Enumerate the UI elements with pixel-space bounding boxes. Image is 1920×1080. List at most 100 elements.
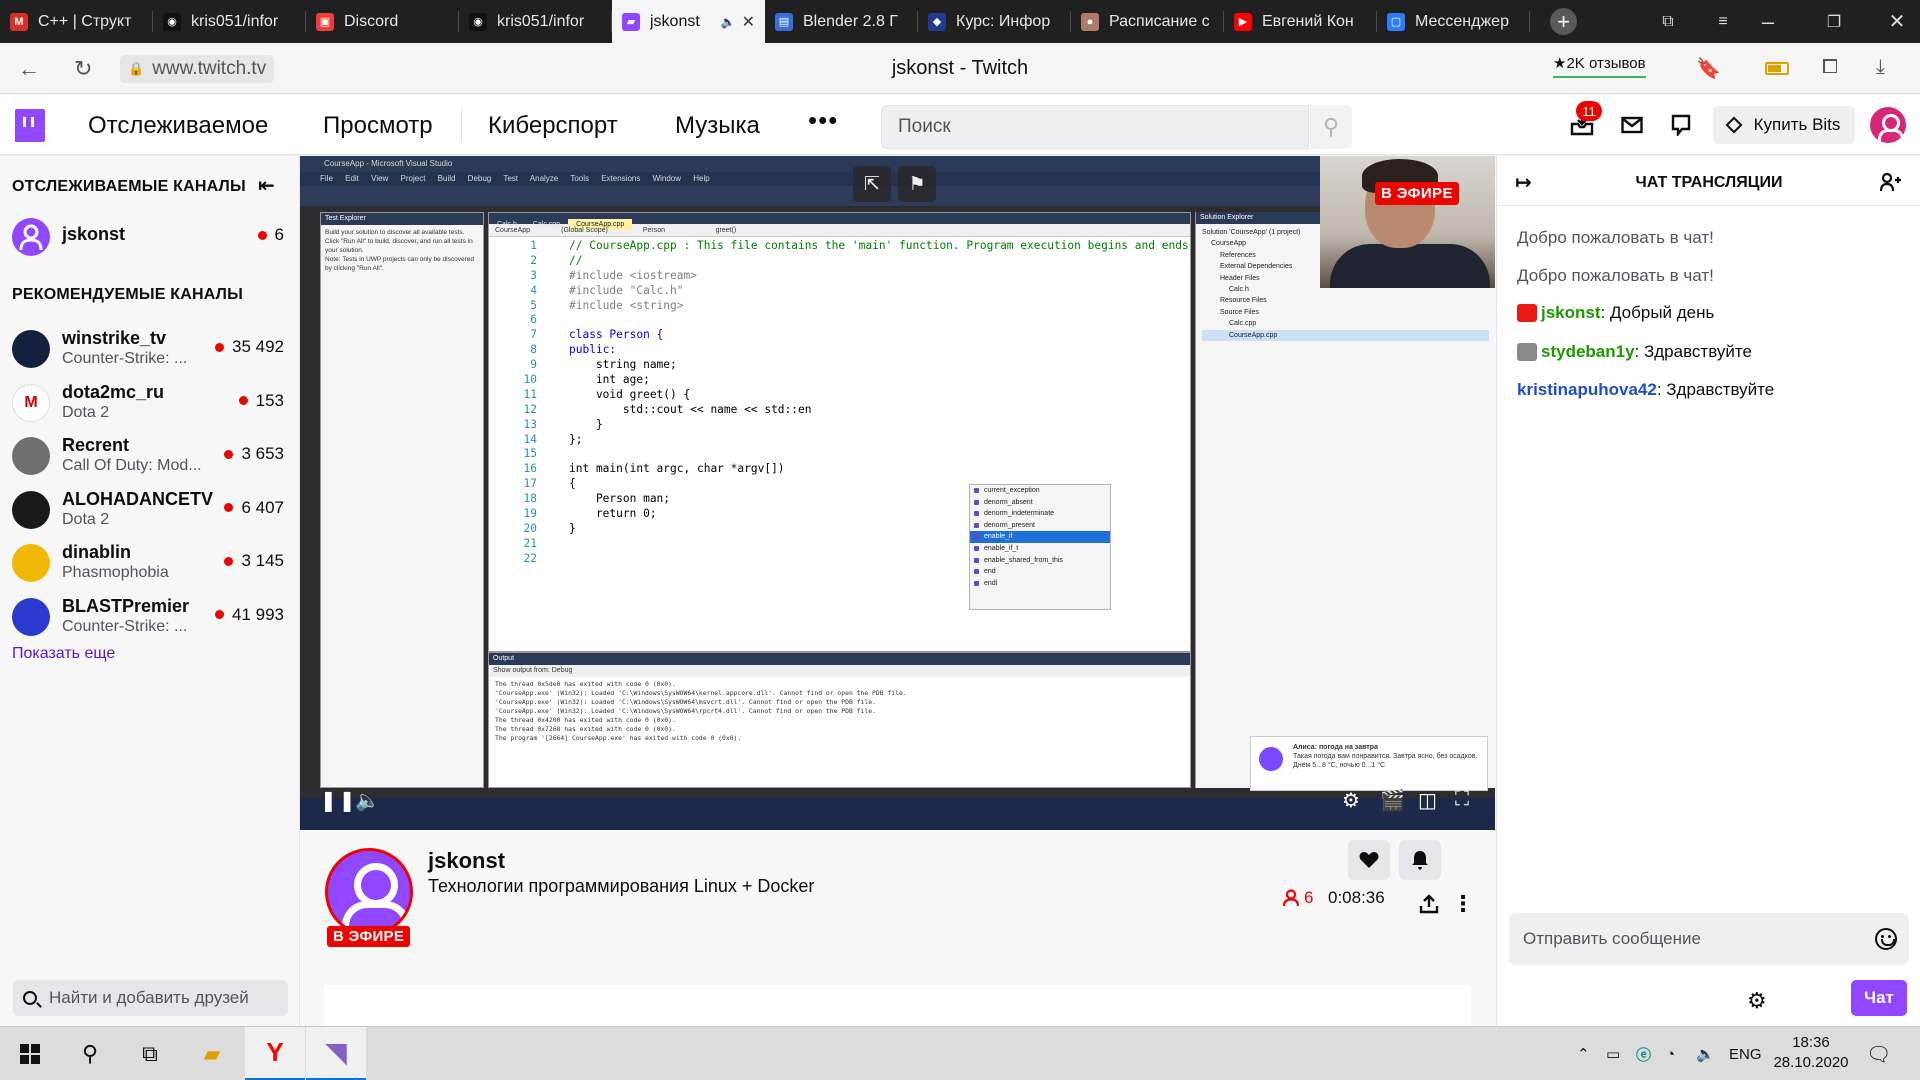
more-options-icon[interactable]: ⋮ [1442,884,1484,924]
tab-close-icon[interactable]: ✕ [742,12,755,32]
more-icon[interactable]: ••• [808,105,838,136]
tray-wifi-icon[interactable]: ◔ [1666,1027,1675,1080]
channel-row[interactable]: BLASTPremier Counter-Strike: ... 41 993 [12,592,290,642]
tab-audio-icon[interactable]: 🔈 [721,15,736,29]
code-line: 7 class Person { [489,328,1189,343]
task-view-icon[interactable]: ⧉ [120,1027,180,1080]
live-indicator-icon [224,449,234,459]
browser-tab[interactable]: ▣ Discord [306,0,459,43]
browser-tab[interactable]: ◆ Курс: Инфор [918,0,1071,43]
channel-row[interactable]: ALOHADANCETV Dota 2 6 407 [12,485,290,535]
nav-music[interactable]: Музыка [675,112,760,140]
code-text: #include <iostream> [569,268,697,282]
chat-message: Добро пожаловать в чат! [1517,266,1714,286]
channel-row[interactable]: winstrike_tv Counter-Strike: ... 35 492 [12,324,290,374]
video-player[interactable]: CourseApp - Microsoft Visual Studio File… [300,156,1495,830]
search-icon[interactable]: ⚲ [1310,105,1352,149]
close-window-button[interactable]: ✕ [1874,0,1920,43]
nav-following[interactable]: Отслеживаемое [88,112,268,140]
chat-settings-icon[interactable]: ⚙ [1747,988,1767,1014]
emote-picker-icon[interactable] [1875,928,1897,950]
fullscreen-icon[interactable]: ⛶ [1455,788,1469,811]
restore-button[interactable]: ❐ [1811,0,1857,43]
buy-bits-label: Купить Bits [1753,115,1841,134]
whispers-icon[interactable] [1668,112,1694,138]
reviews-badge[interactable]: ★2K отзывов [1553,54,1646,78]
search-icon [23,991,37,1005]
channel-row[interactable]: jskonst 6 [12,212,290,262]
volume-icon[interactable]: 🔈 [355,788,380,813]
buy-bits-button[interactable]: Купить Bits [1713,106,1855,144]
tray-clock[interactable]: 18:36 28.10.2020 [1770,1033,1852,1073]
battery-icon[interactable] [1765,62,1789,75]
visual-studio-icon[interactable]: ◥ [306,1027,366,1080]
tray-language[interactable]: ENG [1729,1027,1762,1080]
yandex-browser-icon[interactable]: Y [245,1027,305,1080]
browser-tab[interactable]: ▢ Мессенджер [1377,0,1530,43]
search-input[interactable]: Поиск [881,105,1309,149]
tray-edge-icon[interactable]: ⓔ [1636,1027,1651,1080]
browser-tab[interactable]: M C++ | Структ [0,0,153,43]
theatre-mode-icon[interactable]: ◫ [1418,788,1437,813]
back-icon[interactable]: ← [18,56,40,82]
nav-browse[interactable]: Просмотр [323,112,433,140]
notifications-bell-button[interactable] [1399,840,1441,880]
minimize-button[interactable]: – [1745,0,1791,43]
chat-username[interactable]: stydeban1y [1541,342,1635,362]
follow-heart-button[interactable] [1348,840,1390,880]
bookmark-icon[interactable]: 🔖 [1696,56,1721,81]
chat-send-button[interactable]: Чат [1851,980,1907,1016]
browser-tab[interactable]: ▶ Евгений Кон [1224,0,1377,43]
menu-icon[interactable]: ≡ [1700,0,1746,43]
url-field[interactable]: 🔒 www.twitch.tv [120,55,275,83]
extensions-icon[interactable]: ⧠ [1822,56,1838,79]
left-sidebar: ОТСЛЕЖИВАЕМЫЕ КАНАЛЫ ⇤ jskonst 6 РЕКОМЕНД… [0,156,300,1026]
browser-tab[interactable]: ▰ jskonst 🔈 ✕ [612,0,765,43]
tab-collections-icon[interactable]: ⧉ [1645,0,1691,43]
start-button[interactable] [0,1027,60,1080]
clip-bookmark-icon[interactable]: ⚑ [898,166,936,202]
channel-row[interactable]: dinablin Phasmophobia 3 145 [12,538,290,588]
browser-tab[interactable]: ◉ kris051/infor [153,0,306,43]
chat-username[interactable]: kristinapuhova42 [1517,380,1657,400]
clip-icon[interactable]: 🎬 [1380,788,1405,813]
nav-esports[interactable]: Киберспорт [488,112,618,140]
tray-battery-icon[interactable]: ▭ [1606,1027,1620,1080]
reload-icon[interactable]: ↻ [74,56,92,82]
channel-avatar[interactable] [325,848,413,936]
channel-name[interactable]: jskonst [428,848,505,874]
settings-icon[interactable]: ⚙ [1342,788,1360,813]
friends-search-input[interactable]: Найти и добавить друзей [13,980,288,1016]
tray-chevron-icon[interactable]: ⌃ [1577,1027,1590,1080]
channel-row[interactable]: Mdota2mc_ru Dota 2 153 [12,378,290,428]
file-explorer-icon[interactable]: ▰ [182,1027,242,1080]
mail-icon[interactable] [1619,112,1645,138]
url-text: www.twitch.tv [152,58,267,79]
chat-username[interactable]: jskonst [1541,303,1601,323]
download-icon[interactable]: ⤓ [1876,56,1885,79]
user-avatar[interactable] [1870,107,1906,143]
tray-volume-icon[interactable]: 🔈 [1696,1027,1715,1080]
collapse-sidebar-icon[interactable]: ⇤ [258,173,275,198]
intellisense-item: enable_shared_from_this [970,555,1110,567]
code-line: 10 int age; [489,373,1189,388]
channel-row[interactable]: Recrent Call Of Duty: Mod... 3 653 [12,431,290,481]
browser-tab[interactable]: ◉ kris051/infor [459,0,612,43]
line-number: 8 [530,343,537,357]
action-center-icon[interactable]: 🗨 [1866,1027,1891,1080]
popout-icon[interactable]: ⇱ [853,166,891,202]
channel-avatar [12,218,50,256]
new-tab-button[interactable]: + [1550,8,1577,35]
twitch-logo-icon[interactable] [15,109,45,142]
chat-message-input[interactable]: Отправить сообщение [1509,913,1909,965]
chat-users-icon[interactable] [1880,172,1902,192]
pause-icon[interactable]: ❚❚ [320,788,358,813]
browser-tab[interactable]: ▤ Blender 2.8 Г [765,0,918,43]
live-indicator-icon [238,396,248,405]
channel-game: Counter-Strike: ... [62,350,188,367]
search-icon[interactable]: ⚲ [60,1027,120,1080]
browser-tab[interactable]: ● Расписание с [1071,0,1224,43]
tab-title: C++ | Структ [38,12,132,30]
line-number: 1 [530,239,537,252]
show-more-link[interactable]: Показать еще [12,645,115,663]
